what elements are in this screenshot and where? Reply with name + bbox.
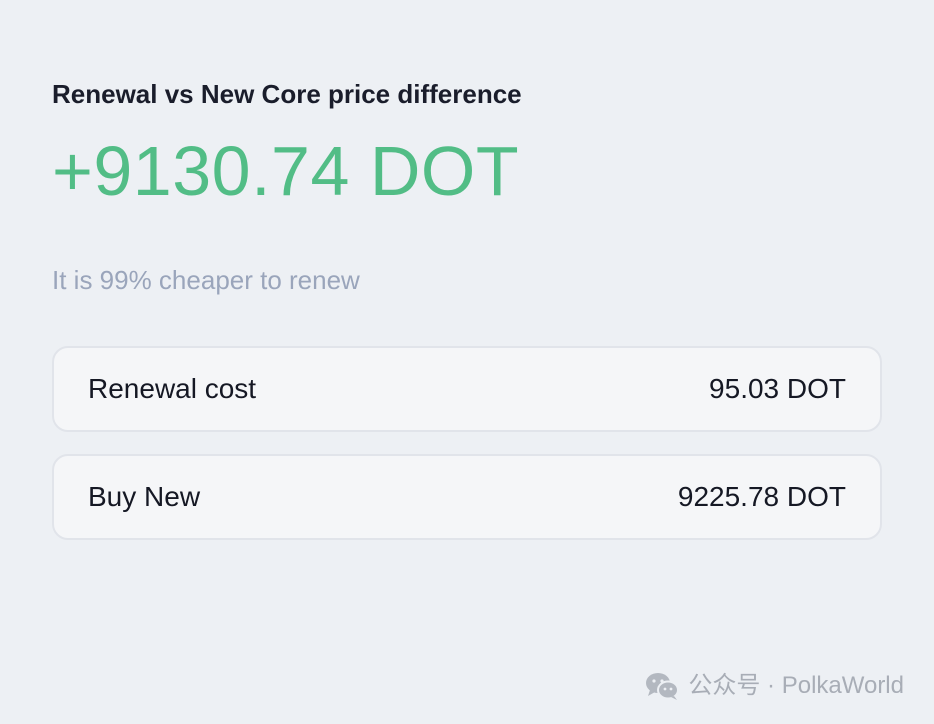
buy-new-label: Buy New bbox=[88, 481, 201, 512]
buy-new-row: Buy New 9225.78 DOT bbox=[52, 454, 882, 540]
wechat-icon bbox=[646, 673, 680, 700]
watermark-text: 公众号 · PolkaWorld bbox=[688, 672, 904, 699]
price-difference-panel: Renewal vs New Core price difference +91… bbox=[52, 76, 882, 540]
savings-hint: It is 99% cheaper to renew bbox=[52, 265, 360, 295]
renewal-cost-value: 95.03 DOT bbox=[709, 373, 846, 404]
panel-title: Renewal vs New Core price difference bbox=[52, 79, 522, 109]
renewal-cost-label: Renewal cost bbox=[88, 373, 257, 404]
price-difference-value: +9130.74 DOT bbox=[52, 132, 520, 210]
watermark: 公众号 · PolkaWorld bbox=[644, 670, 904, 702]
buy-new-value: 9225.78 DOT bbox=[677, 481, 846, 512]
renewal-cost-row: Renewal cost 95.03 DOT bbox=[52, 346, 882, 432]
